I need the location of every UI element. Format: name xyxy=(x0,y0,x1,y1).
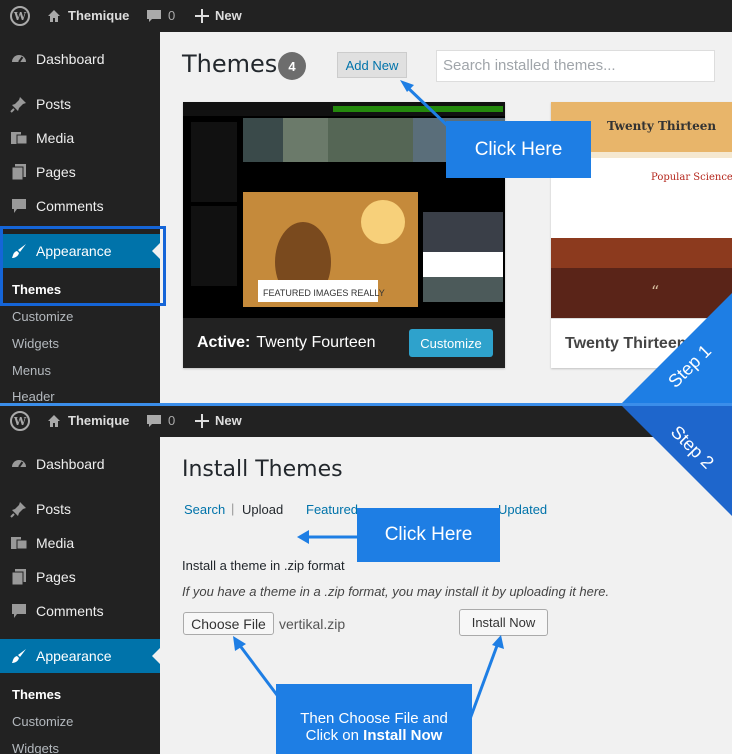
step-ribbons xyxy=(622,293,732,516)
tutorial-composite: W Themique 0 New Dashboard Posts Media P… xyxy=(0,0,732,754)
